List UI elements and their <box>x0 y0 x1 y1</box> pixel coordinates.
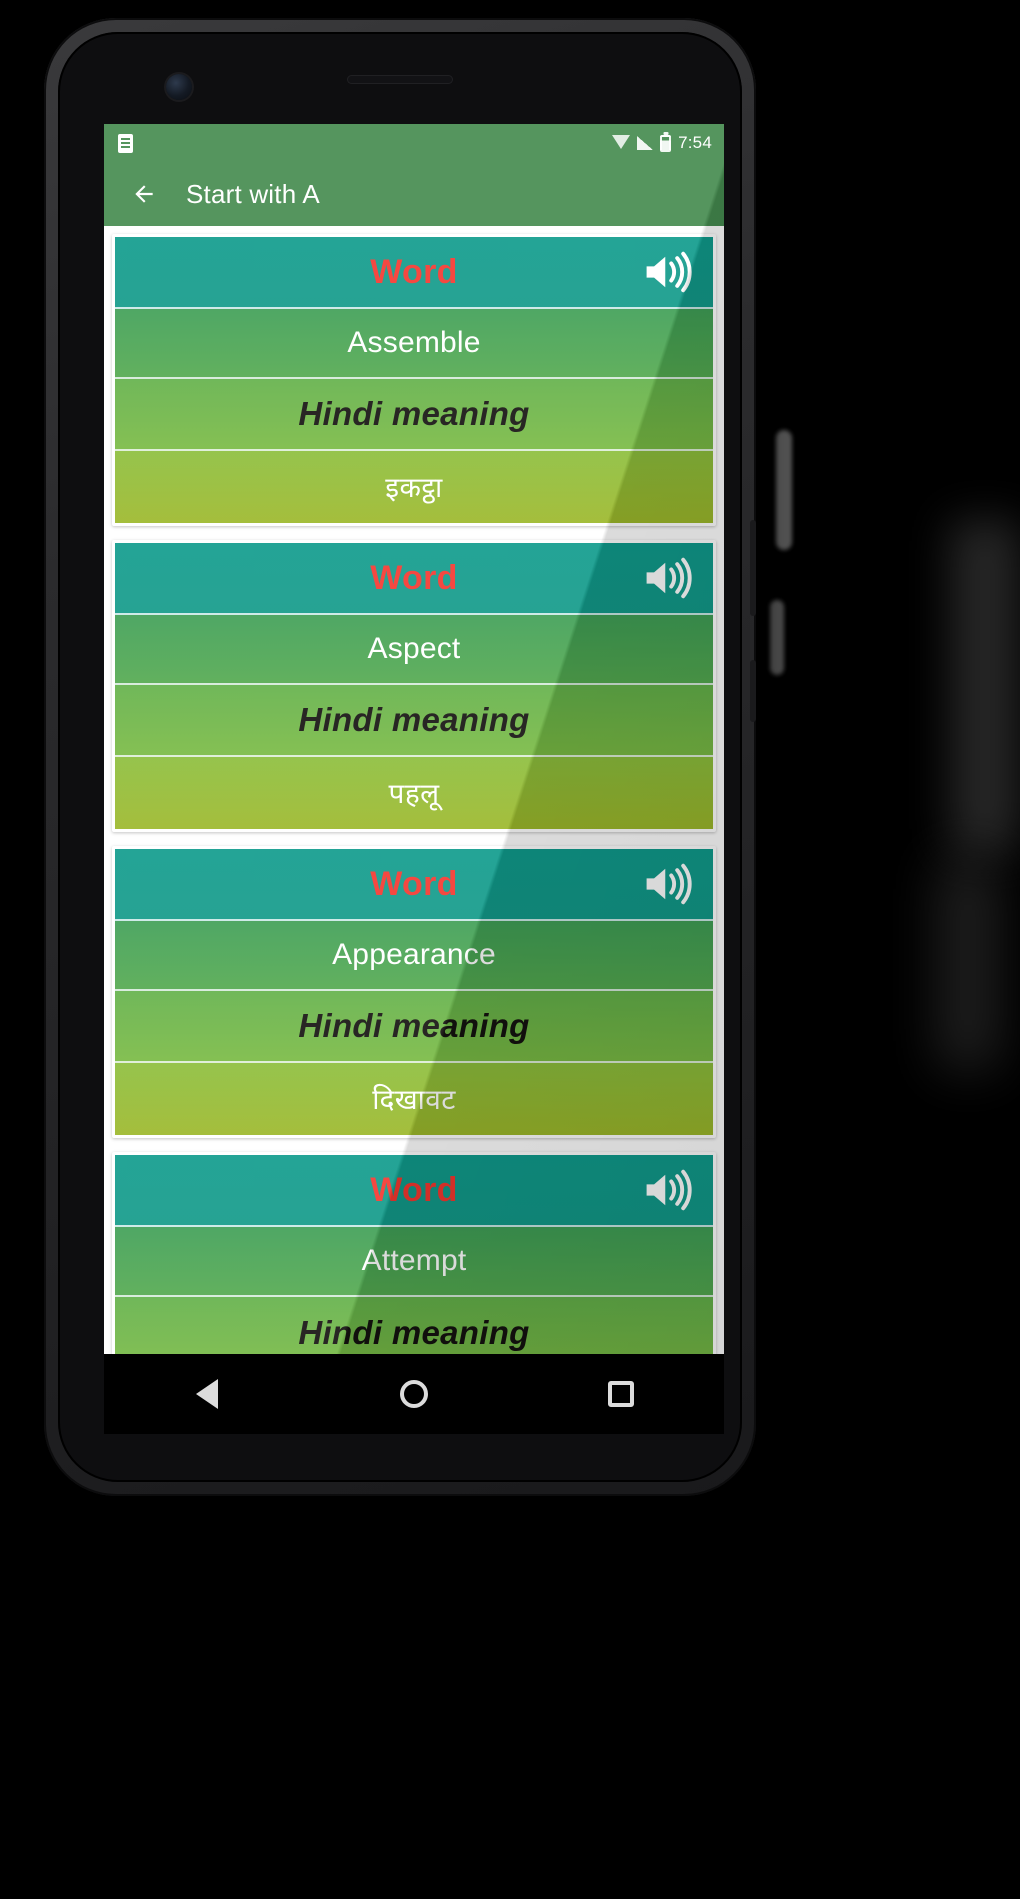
speaker-icon[interactable] <box>641 555 697 601</box>
status-bar-left <box>118 133 133 153</box>
front-camera-icon <box>166 74 192 100</box>
square-icon <box>607 1381 634 1407</box>
word-heading-row: Word <box>115 849 713 921</box>
english-word-row: Attempt <box>115 1227 713 1297</box>
english-word-label: Attempt <box>361 1244 467 1277</box>
speaker-glyph <box>646 557 692 599</box>
word-card[interactable]: Word Assemble Hindi meaning इकट्ठा <box>112 234 716 526</box>
hindi-word-label: इकट्ठा <box>385 472 443 503</box>
back-arrow-icon <box>135 185 153 203</box>
status-bar: 7:54 <box>104 124 724 162</box>
speaker-icon[interactable] <box>641 861 697 907</box>
back-button[interactable] <box>122 172 166 216</box>
android-nav-bar <box>104 1354 724 1434</box>
hindi-meaning-heading-label: Hindi meaning <box>298 1007 530 1044</box>
triangle-left-icon <box>196 1379 219 1409</box>
background-accent-shape <box>770 600 784 675</box>
english-word-label: Aspect <box>367 632 461 665</box>
speaker-glyph <box>646 251 692 293</box>
nav-back-button[interactable] <box>171 1364 243 1424</box>
word-heading-row: Word <box>115 1155 713 1227</box>
word-list[interactable]: Word Assemble Hindi meaning इकट्ठा Word … <box>104 226 724 1354</box>
app-bar: Start with A <box>104 162 724 226</box>
hindi-meaning-heading-label: Hindi meaning <box>298 1314 530 1351</box>
background-accent-shape <box>776 430 792 550</box>
notification-icon <box>118 133 133 153</box>
earpiece-speaker-icon <box>348 76 452 83</box>
hindi-word-row: दिखावट <box>115 1063 713 1135</box>
word-heading-label: Word <box>370 1170 458 1209</box>
speaker-glyph <box>646 1169 692 1211</box>
word-card[interactable]: Word Aspect Hindi meaning पहलू <box>112 540 716 832</box>
word-heading-label: Word <box>370 252 458 291</box>
hindi-word-label: दिखावट <box>372 1084 456 1115</box>
nav-home-button[interactable] <box>378 1364 450 1424</box>
battery-icon <box>660 134 672 152</box>
signal-icon <box>637 136 654 150</box>
word-card[interactable]: Word Appearance Hindi meaning दिखावट <box>112 846 716 1138</box>
hindi-meaning-heading-row: Hindi meaning <box>115 1297 713 1354</box>
hindi-word-row: इकट्ठा <box>115 451 713 523</box>
english-word-label: Assemble <box>347 326 481 359</box>
english-word-row: Aspect <box>115 615 713 685</box>
phone-bezel: 7:54 Start with A Word Assemble Hindi me… <box>58 32 742 1482</box>
circle-icon <box>399 1380 428 1408</box>
hindi-meaning-heading-row: Hindi meaning <box>115 379 713 451</box>
hindi-meaning-heading-label: Hindi meaning <box>298 395 530 432</box>
word-heading-row: Word <box>115 543 713 615</box>
status-bar-clock: 7:54 <box>678 133 712 152</box>
phone-frame: 7:54 Start with A Word Assemble Hindi me… <box>44 18 756 1496</box>
page-title: Start with A <box>186 178 320 209</box>
screenshot-stage: 7:54 Start with A Word Assemble Hindi me… <box>0 0 1020 1899</box>
background-glow <box>938 860 998 1070</box>
hindi-word-label: पहलू <box>388 778 440 809</box>
word-heading-label: Word <box>370 864 458 903</box>
english-word-row: Assemble <box>115 309 713 379</box>
hindi-word-row: पहलू <box>115 757 713 829</box>
status-bar-right: 7:54 <box>612 133 712 153</box>
word-heading-label: Word <box>370 558 458 597</box>
power-button[interactable] <box>750 660 756 722</box>
word-heading-row: Word <box>115 237 713 309</box>
word-card[interactable]: Word Attempt Hindi meaning <box>112 1152 716 1354</box>
hindi-meaning-heading-label: Hindi meaning <box>298 701 530 738</box>
hindi-meaning-heading-row: Hindi meaning <box>115 685 713 757</box>
english-word-row: Appearance <box>115 921 713 991</box>
nav-recents-button[interactable] <box>585 1364 657 1424</box>
speaker-glyph <box>646 863 692 905</box>
speaker-icon[interactable] <box>641 249 697 295</box>
device-screen: 7:54 Start with A Word Assemble Hindi me… <box>104 124 724 1354</box>
speaker-icon[interactable] <box>641 1167 697 1213</box>
background-glow <box>950 520 1020 850</box>
wifi-icon <box>612 135 631 149</box>
volume-button[interactable] <box>750 520 756 616</box>
english-word-label: Appearance <box>332 938 496 971</box>
hindi-meaning-heading-row: Hindi meaning <box>115 991 713 1063</box>
